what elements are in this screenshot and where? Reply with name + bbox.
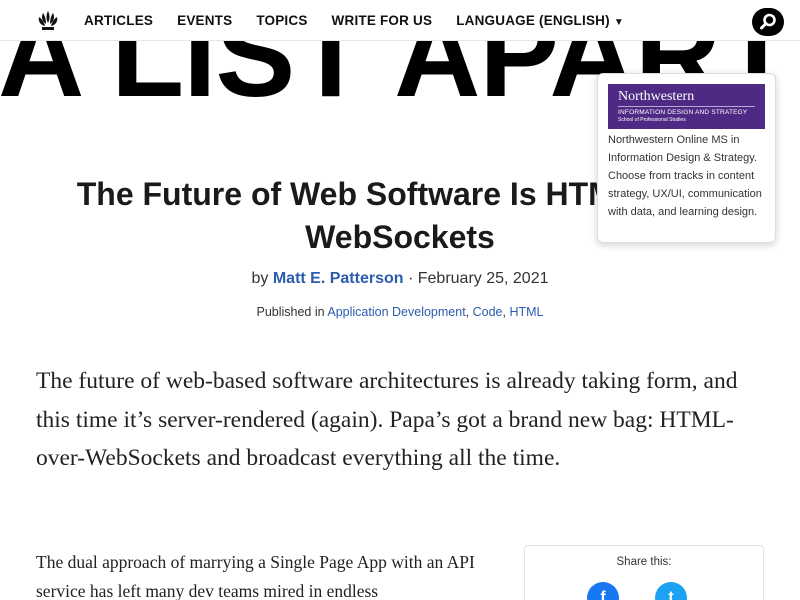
chevron-down-icon: ▼ [613,17,624,28]
article-body-paragraph: The dual approach of marrying a Single P… [36,552,475,600]
share-label: Share this: [616,556,672,568]
byline: by Matt E. Patterson · February 25, 2021 [0,270,800,288]
publish-date: February 25, 2021 [417,270,549,287]
ad-brand: Northwestern [618,89,755,107]
published-prefix: Published in [256,305,325,319]
search-button[interactable] [752,8,784,36]
share-icons: f t [587,582,687,600]
nav-events[interactable]: EVENTS [177,13,232,28]
ad-program-line: INFORMATION DESIGN AND STRATEGY [618,109,748,116]
ad-school-line: School of Professional Studies [618,117,686,123]
facebook-icon[interactable]: f [587,582,619,600]
a-list-apart-logo-icon[interactable] [36,9,60,33]
nav-articles[interactable]: ARTICLES [84,13,153,28]
category-link-html[interactable]: HTML [509,305,543,319]
nav-menu: ARTICLES EVENTS TOPICS WRITE FOR US LANG… [84,0,648,41]
nav-language-label: LANGUAGE (ENGLISH) [456,13,610,28]
nav-language-dropdown[interactable]: LANGUAGE (ENGLISH) ▼ [456,13,624,28]
search-icon [760,13,776,30]
nav-write-for-us[interactable]: WRITE FOR US [332,13,433,28]
published-in: Published in Application Development, Co… [256,305,544,319]
share-box: Share this: f t [524,545,764,600]
nav-topics[interactable]: TOPICS [256,13,307,28]
article-lede: The future of web-based software archite… [36,368,738,471]
category-link-application-development[interactable]: Application Development [327,305,465,319]
top-navigation: ARTICLES EVENTS TOPICS WRITE FOR US LANG… [0,0,800,41]
byline-separator: · [403,270,418,287]
northwestern-ad-logo[interactable]: Northwestern INFORMATION DESIGN AND STRA… [608,84,765,129]
sponsor-ad[interactable]: Northwestern INFORMATION DESIGN AND STRA… [597,73,776,243]
category-link-code[interactable]: Code [473,305,503,319]
ad-text[interactable]: Northwestern Online MS in Information De… [608,131,765,221]
byline-prefix: by [251,270,269,287]
twitter-icon[interactable]: t [655,582,687,600]
author-link[interactable]: Matt E. Patterson [273,270,404,287]
